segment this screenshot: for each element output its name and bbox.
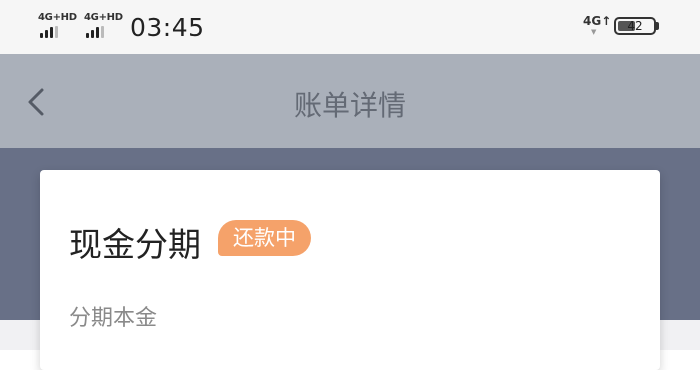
principal-label: 分期本金 [69,306,158,331]
sim1-network-label: 4G+HD [38,12,77,23]
battery-icon: 42 [614,17,656,35]
sim1-signal-icon: 4G+HD [38,12,77,40]
data-network-icon: 4G↑ ▼ [583,14,612,36]
card-title: 现金分期 [69,225,201,264]
status-badge: 还款中 [218,220,311,256]
sim2-network-label: 4G+HD [84,12,123,23]
bill-card: 现金分期 还款中 分期本金 [40,170,660,370]
clock: 03:45 [130,13,205,42]
nav-bar: 账单详情 [0,54,700,148]
battery-level: 42 [627,19,643,33]
battery-tip [656,22,659,30]
sim2-signal-icon: 4G+HD [84,12,123,40]
data-network-label: 4G [583,14,602,28]
page-title: 账单详情 [293,89,406,122]
status-bar: 4G+HD 4G+HD 03:45 4G↑ ▼ 42 [0,0,700,54]
